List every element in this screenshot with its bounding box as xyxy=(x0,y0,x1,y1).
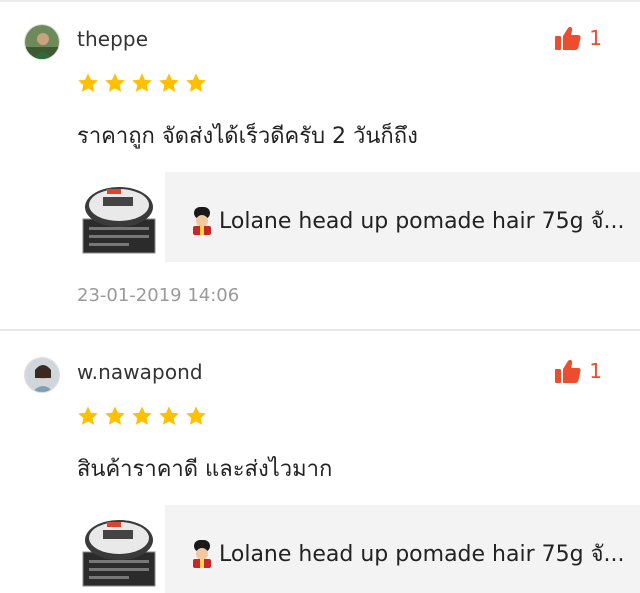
product-thumbnail[interactable] xyxy=(77,508,161,592)
star-icon xyxy=(78,406,98,425)
star-icon xyxy=(132,73,152,92)
star-icon xyxy=(186,406,206,425)
review-comment: สินค้าราคาดี และส่งไวมาก xyxy=(77,457,333,482)
review-timestamp: 23-01-2019 14:06 xyxy=(77,285,240,306)
star-icon xyxy=(159,73,179,92)
product-thumbnail[interactable] xyxy=(77,175,161,259)
like-button[interactable]: 1 xyxy=(555,359,602,383)
review-comment: ราคาถูก จัดส่งได้เร็วดีครับ 2 วันก็ถึง xyxy=(77,124,418,149)
star-icon xyxy=(105,73,125,92)
review-item: w.nawapond 1 สินค้าราคาดี และส่งไวมาก Lo… xyxy=(0,333,640,593)
user-avatar[interactable] xyxy=(24,24,60,60)
star-icon xyxy=(186,73,206,92)
product-name[interactable]: Lolane head up pomade hair 75g จั... xyxy=(189,203,639,238)
thumbs-up-icon xyxy=(555,26,581,50)
review-item: theppe 1 ราคาถูก จัดส่งได้เร็วดีครับ 2 ว… xyxy=(0,0,640,331)
star-icon xyxy=(78,73,98,92)
star-icon xyxy=(105,406,125,425)
rating-stars xyxy=(77,405,207,427)
like-count: 1 xyxy=(589,26,602,50)
thumbs-up-icon xyxy=(555,359,581,383)
guard-emoji-icon xyxy=(193,206,211,235)
like-button[interactable]: 1 xyxy=(555,26,602,50)
star-icon xyxy=(132,406,152,425)
star-icon xyxy=(159,406,179,425)
rating-stars xyxy=(77,72,207,94)
product-link[interactable]: Lolane head up pomade hair 75g จั... xyxy=(77,172,640,262)
product-link[interactable]: Lolane head up pomade hair 75g จั... xyxy=(77,505,640,593)
username[interactable]: theppe xyxy=(77,27,148,51)
user-avatar[interactable] xyxy=(24,357,60,393)
product-name[interactable]: Lolane head up pomade hair 75g จั... xyxy=(189,536,639,571)
guard-emoji-icon xyxy=(193,539,211,568)
like-count: 1 xyxy=(589,359,602,383)
username[interactable]: w.nawapond xyxy=(77,360,203,384)
